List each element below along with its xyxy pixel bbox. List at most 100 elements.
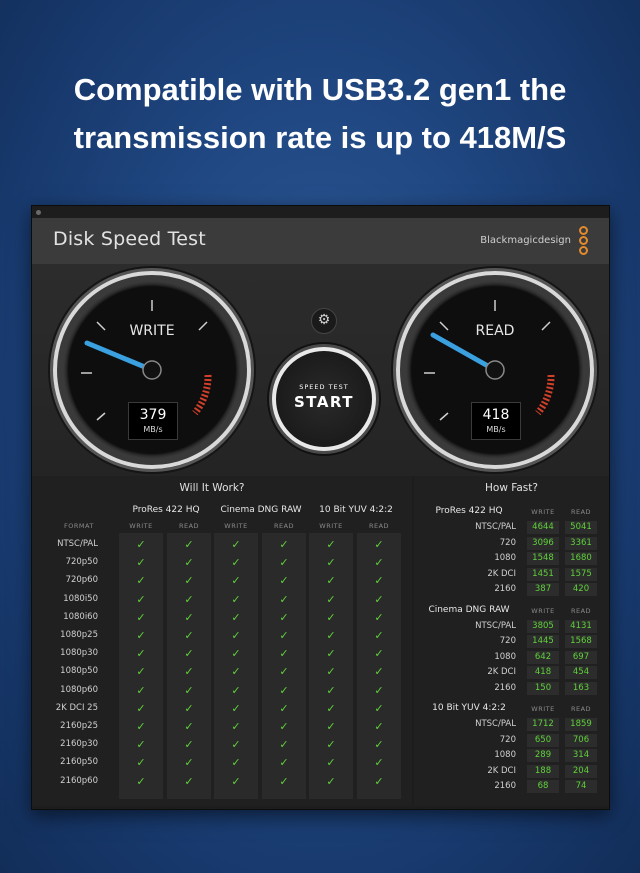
check-icon: ✓ [136, 774, 146, 788]
check-icon: ✓ [374, 556, 384, 570]
brand-name: Blackmagicdesign [480, 235, 571, 246]
how-fast-group-title: Cinema DNG RAW [428, 604, 510, 615]
format-label: 1080p25 [60, 630, 98, 640]
read-speed-cell: 163 [565, 681, 597, 695]
check-icon: ✓ [279, 538, 289, 551]
how-fast-group-title: 10 Bit YUV 4:2:2 [432, 703, 506, 713]
write-speed-cell: 4644 [527, 521, 559, 534]
check-icon: ✓ [374, 647, 384, 661]
write-column-header: WRITE [531, 606, 555, 615]
how-fast-title: How Fast? [485, 482, 538, 494]
check-icon: ✓ [326, 738, 336, 752]
check-icon: ✓ [136, 647, 146, 661]
format-label: 720p50 [65, 557, 98, 568]
check-icon: ✓ [184, 610, 194, 624]
check-icon: ✓ [326, 756, 336, 770]
check-icon: ✓ [374, 738, 384, 752]
disk-speed-test-window: Disk Speed Test Blackmagicdesign WRITE 3… [31, 205, 610, 810]
write-speed-unit: MB/s [143, 425, 163, 434]
write-column-header: WRITE [531, 705, 555, 713]
read-column-header: READ [368, 522, 390, 530]
read-speed-cell: 697 [565, 650, 597, 664]
check-icon: ✓ [279, 683, 289, 697]
check-icon: ✓ [279, 556, 289, 570]
speed-test-start-button[interactable]: SPEED TEST START [272, 347, 376, 451]
check-icon: ✓ [374, 592, 384, 606]
format-label: 2160p30 [60, 739, 98, 750]
check-icon: ✓ [279, 629, 289, 642]
check-icon: ✓ [279, 720, 289, 733]
check-icon: ✓ [326, 701, 336, 715]
write-speed-cell: 650 [527, 733, 559, 747]
format-label: 1080p50 [60, 666, 98, 677]
check-icon: ✓ [374, 774, 384, 788]
start-button-caption: SPEED TEST [299, 383, 349, 391]
headline-line-2: transmission rate is up to 418M/S [73, 120, 567, 155]
start-button-label: START [293, 393, 355, 411]
write-column-header: WRITE [319, 522, 343, 530]
check-icon: ✓ [326, 774, 336, 788]
check-icon: ✓ [374, 756, 384, 770]
format-label: 1080i50 [63, 593, 98, 604]
gauge-area: WRITE 379 MB/s ⚙ SPEED TEST START READ 4… [32, 264, 609, 476]
how-fast-row-label: 2K DCI [487, 667, 516, 677]
read-gauge-label: READ [475, 323, 515, 339]
check-icon: ✓ [279, 610, 289, 624]
check-icon: ✓ [326, 720, 336, 733]
read-column-header: READ [570, 508, 592, 516]
how-fast-row-label: NTSC/PAL [475, 522, 516, 532]
check-icon: ✓ [136, 629, 146, 642]
write-column-header: WRITE [129, 522, 153, 530]
check-icon: ✓ [374, 720, 384, 733]
write-speed-cell: 1712 [527, 718, 559, 731]
check-icon: ✓ [326, 610, 336, 624]
will-it-work-panel: Will It Work? FORMAT ProRes 422 HQ WRITE R… [32, 476, 412, 806]
write-speed-cell: 3805 [527, 619, 559, 633]
check-icon: ✓ [136, 701, 146, 715]
read-column-header: READ [570, 705, 592, 713]
promo-headline: Compatible with USB3.2 gen1 the transmis… [0, 66, 640, 162]
format-label: NTSC/PAL [57, 539, 98, 549]
write-gauge-label: WRITE [129, 323, 175, 339]
check-icon: ✓ [184, 774, 194, 788]
format-label: 2160p25 [60, 721, 98, 731]
check-icon: ✓ [279, 774, 289, 788]
format-label: 1080i60 [63, 611, 98, 622]
write-speed-cell: 387 [527, 583, 559, 596]
read-speed-cell: 1575 [565, 567, 597, 581]
check-icon: ✓ [326, 574, 336, 588]
check-icon: ✓ [184, 574, 194, 588]
write-speed-cell: 642 [527, 650, 559, 664]
check-icon: ✓ [326, 556, 336, 570]
how-fast-row-label: 1080 [494, 651, 516, 662]
read-speed-cell: 454 [565, 666, 597, 679]
gear-icon[interactable]: ⚙ [311, 308, 337, 334]
read-column-header: READ [570, 606, 592, 615]
read-column-header: READ [273, 522, 295, 530]
check-icon: ✓ [374, 701, 384, 715]
check-icon: ✓ [184, 701, 194, 715]
check-icon: ✓ [326, 629, 336, 642]
read-gauge: READ 418 MB/s [396, 271, 594, 469]
check-icon: ✓ [231, 647, 241, 661]
check-icon: ✓ [231, 574, 241, 588]
how-fast-row-label: 2K DCI [487, 765, 516, 776]
read-speed-cell: 1859 [565, 718, 597, 731]
close-window-button[interactable] [36, 210, 41, 215]
will-it-work-title: Will It Work? [179, 482, 245, 494]
how-fast-row-label: 2160 [494, 584, 516, 594]
how-fast-row-label: NTSC/PAL [475, 620, 516, 631]
check-icon: ✓ [279, 738, 289, 752]
check-icon: ✓ [231, 683, 241, 697]
read-speed-cell: 1568 [565, 635, 597, 648]
how-fast-group-title: ProRes 422 HQ [435, 506, 503, 516]
read-speed-cell: 4131 [565, 619, 597, 633]
how-fast-row-label: 1080 [494, 553, 516, 563]
check-icon: ✓ [231, 720, 241, 733]
check-icon: ✓ [136, 756, 146, 770]
write-speed-cell: 68 [527, 780, 559, 793]
check-icon: ✓ [231, 538, 241, 551]
codec-header: Cinema DNG RAW [220, 505, 302, 515]
check-icon: ✓ [184, 592, 194, 606]
check-icon: ✓ [231, 756, 241, 770]
